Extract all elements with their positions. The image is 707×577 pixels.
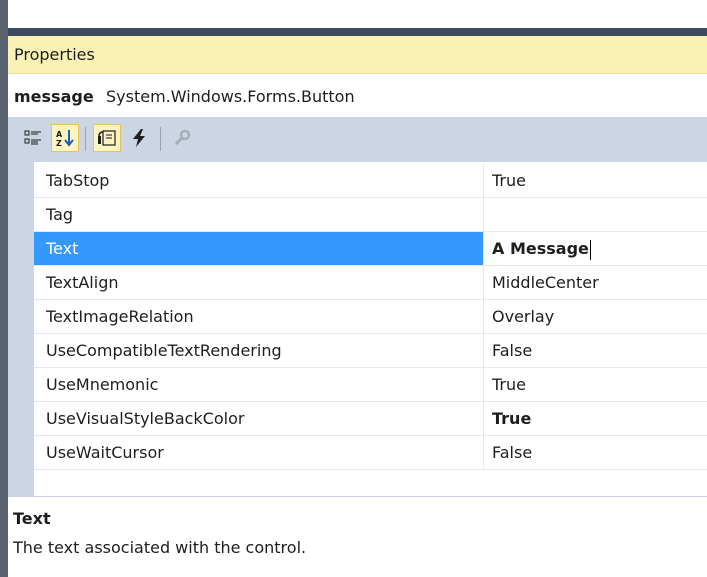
svg-text:A: A [56, 130, 63, 139]
property-row[interactable]: TabStop True [34, 164, 707, 198]
left-border [0, 0, 8, 577]
property-value-text: True [492, 171, 526, 190]
property-name[interactable]: UseWaitCursor [34, 436, 484, 469]
property-value-text: False [492, 341, 533, 360]
property-value[interactable]: MiddleCenter [485, 266, 707, 299]
alphabetical-icon: A Z [56, 130, 74, 148]
property-value[interactable]: False [485, 436, 707, 469]
property-pages-button[interactable] [168, 124, 196, 152]
property-value-text: A Message [492, 239, 589, 258]
property-row[interactable]: TextAlign MiddleCenter [34, 266, 707, 300]
object-type: System.Windows.Forms.Button [106, 87, 355, 106]
property-value[interactable]: A Message [485, 232, 707, 265]
property-value[interactable]: False [485, 334, 707, 367]
property-value-text: Overlay [492, 307, 555, 326]
property-name[interactable]: TextImageRelation [34, 300, 484, 333]
property-value-text: False [492, 443, 533, 462]
grid-gutter [8, 162, 34, 496]
property-row[interactable]: Text A Message [34, 232, 707, 266]
alphabetical-button[interactable]: A Z [51, 124, 79, 152]
events-button[interactable] [125, 124, 153, 152]
toolbar-separator [85, 127, 86, 151]
property-value-text: True [492, 409, 532, 428]
properties-icon [98, 130, 116, 146]
property-value[interactable] [485, 198, 707, 231]
property-value-text: MiddleCenter [492, 273, 599, 292]
description-pane: Text The text associated with the contro… [8, 496, 707, 577]
property-name[interactable]: Tag [34, 198, 484, 231]
svg-text:Z: Z [56, 139, 62, 148]
property-value[interactable]: Overlay [485, 300, 707, 333]
top-border [0, 28, 707, 36]
property-row[interactable]: UseCompatibleTextRendering False [34, 334, 707, 368]
description-title: Text [13, 509, 51, 528]
property-grid: TabStop True Tag Text A Message TextAlign Midd… [8, 162, 707, 496]
property-name[interactable]: UseMnemonic [34, 368, 484, 401]
property-name[interactable]: Text [34, 232, 484, 265]
property-row[interactable]: Tag [34, 198, 707, 232]
events-icon [133, 129, 145, 147]
categorized-icon [24, 130, 41, 145]
panel-title: Properties [14, 45, 95, 64]
properties-button[interactable] [93, 124, 121, 152]
panel-title-bar[interactable]: Properties [8, 36, 707, 74]
property-pages-icon [174, 129, 191, 146]
property-value[interactable]: True [485, 368, 707, 401]
description-text: The text associated with the control. [13, 538, 307, 557]
property-row[interactable]: TextImageRelation Overlay [34, 300, 707, 334]
text-caret [589, 239, 591, 260]
categorized-button[interactable] [19, 124, 47, 152]
properties-toolbar: A Z [8, 117, 707, 162]
property-value-text: True [492, 375, 526, 394]
property-value[interactable]: True [485, 164, 707, 197]
properties-window: Properties message System.Windows.Forms.… [0, 0, 707, 577]
object-selector[interactable]: message System.Windows.Forms.Button [8, 74, 707, 116]
property-name[interactable]: UseVisualStyleBackColor [34, 402, 484, 435]
property-name[interactable]: UseCompatibleTextRendering [34, 334, 484, 367]
property-row[interactable]: UseMnemonic True [34, 368, 707, 402]
property-row[interactable]: UseVisualStyleBackColor True [34, 402, 707, 436]
top-bar [0, 0, 707, 36]
property-name[interactable]: TextAlign [34, 266, 484, 299]
object-name: message [14, 87, 94, 106]
property-name[interactable]: TabStop [34, 164, 484, 197]
property-row[interactable]: UseWaitCursor False [34, 436, 707, 470]
property-value[interactable]: True [485, 402, 707, 435]
toolbar-separator [160, 127, 161, 151]
